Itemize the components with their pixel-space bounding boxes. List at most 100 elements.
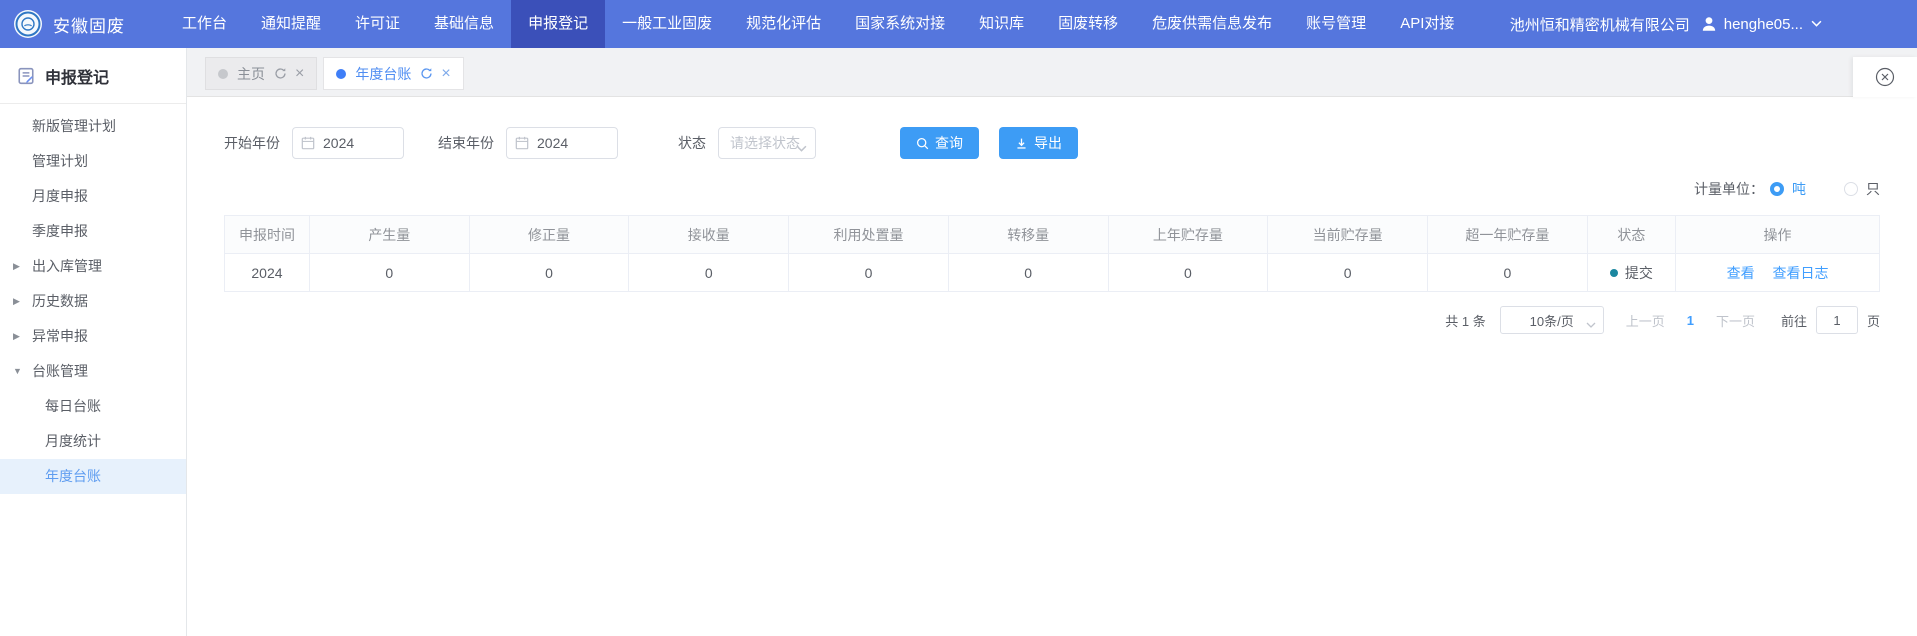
col-utilized-disposed-amount: 利用处置量: [789, 216, 949, 254]
nav-item-notifications[interactable]: 通知提醒: [244, 0, 338, 48]
status-select[interactable]: 请选择状态: [718, 127, 816, 159]
chevron-down-icon: [796, 140, 807, 156]
tab-label: 年度台账: [355, 64, 411, 84]
unit-option-label: 只: [1866, 179, 1880, 199]
close-all-tabs-button[interactable]: [1853, 57, 1917, 97]
sidebar-item-annual-ledger[interactable]: 年度台账: [0, 459, 186, 494]
tab-home[interactable]: 主页 ×: [205, 57, 317, 90]
nav-item-hazwaste-supply-demand[interactable]: 危废供需信息发布: [1135, 0, 1289, 48]
sidebar-item-ledger-management[interactable]: ▼ 台账管理: [0, 354, 186, 389]
end-year-label: 结束年份: [438, 133, 494, 153]
top-nav: 工作台 通知提醒 许可证 基础信息 申报登记 一般工业固废 规范化评估 国家系统…: [165, 0, 1471, 48]
goto-page-input[interactable]: [1816, 306, 1858, 334]
start-year-group: 开始年份: [224, 127, 404, 159]
goto-suffix: 页: [1867, 311, 1880, 330]
unit-radio-ton[interactable]: 吨: [1770, 179, 1806, 199]
pagination-total: 共 1 条: [1445, 311, 1485, 330]
sidebar-item-label: 历史数据: [32, 293, 88, 309]
nav-item-account-management[interactable]: 账号管理: [1289, 0, 1383, 48]
sidebar-title: 申报登记: [0, 48, 186, 104]
goto-label: 前往: [1781, 311, 1807, 330]
cell-year: 2024: [225, 254, 310, 292]
nav-item-standardization-assessment[interactable]: 规范化评估: [729, 0, 838, 48]
sidebar: 申报登记 新版管理计划 管理计划 月度申报 季度申报 ▶ 出入库管理 ▶ 历史数据 …: [0, 48, 187, 636]
start-year-field[interactable]: [292, 127, 404, 159]
end-year-field[interactable]: [506, 127, 618, 159]
col-operations: 操作: [1676, 216, 1880, 254]
close-icon[interactable]: ×: [295, 66, 304, 82]
status-select-placeholder: 请选择状态: [730, 133, 800, 153]
current-page[interactable]: 1: [1687, 313, 1694, 328]
nav-item-basic-info[interactable]: 基础信息: [417, 0, 511, 48]
cell-utilized: 0: [789, 254, 949, 292]
sidebar-item-label: 台账管理: [32, 363, 88, 379]
status-filter-group: 状态 请选择状态: [678, 127, 816, 159]
col-current-storage: 当前贮存量: [1268, 216, 1428, 254]
tab-status-dot: [336, 69, 346, 79]
nav-item-license[interactable]: 许可证: [338, 0, 417, 48]
sidebar-item-monthly-declaration[interactable]: 月度申报: [0, 179, 186, 214]
end-year-group: 结束年份: [438, 127, 618, 159]
close-icon[interactable]: ×: [441, 66, 450, 82]
sidebar-item-historical-data[interactable]: ▶ 历史数据: [0, 284, 186, 319]
status-dot-icon: [1610, 269, 1618, 277]
tab-status-dot: [218, 69, 228, 79]
refresh-icon[interactable]: [420, 67, 433, 80]
start-year-label: 开始年份: [224, 133, 280, 153]
unit-radio-piece[interactable]: 只: [1844, 179, 1880, 199]
sidebar-item-quarterly-declaration[interactable]: 季度申报: [0, 214, 186, 249]
export-button[interactable]: 导出: [999, 127, 1078, 159]
download-icon: [1015, 137, 1028, 150]
col-generated-amount: 产生量: [309, 216, 469, 254]
cell-transferred: 0: [948, 254, 1108, 292]
search-button-label: 查询: [935, 133, 963, 153]
status-label: 状态: [678, 133, 706, 153]
sidebar-item-warehouse-management[interactable]: ▶ 出入库管理: [0, 249, 186, 284]
sidebar-item-label: 出入库管理: [32, 258, 102, 274]
sidebar-menu: 新版管理计划 管理计划 月度申报 季度申报 ▶ 出入库管理 ▶ 历史数据 ▶异常申报…: [0, 104, 186, 494]
status-badge: 提交: [1625, 263, 1653, 283]
chevron-down-icon[interactable]: [1811, 20, 1822, 28]
nav-item-api-integration[interactable]: API对接: [1383, 0, 1471, 48]
nav-item-waste-transfer[interactable]: 固废转移: [1041, 0, 1135, 48]
cell-operations: 查看 查看日志: [1676, 254, 1880, 292]
search-button[interactable]: 查询: [900, 127, 979, 159]
sidebar-item-new-management-plan[interactable]: 新版管理计划: [0, 109, 186, 144]
sidebar-item-daily-ledger[interactable]: 每日台账: [0, 389, 186, 424]
company-name: 池州恒和精密机械有限公司: [1510, 14, 1690, 35]
chevron-down-icon: ▼: [13, 354, 22, 389]
main-area: 主页 × 年度台账 ×: [187, 48, 1917, 636]
col-status: 状态: [1587, 216, 1675, 254]
next-page-button[interactable]: 下一页: [1716, 311, 1755, 330]
username[interactable]: henghe05...: [1724, 16, 1803, 33]
sidebar-item-monthly-statistics[interactable]: 月度统计: [0, 424, 186, 459]
cell-last-year-storage: 0: [1108, 254, 1268, 292]
cell-current-storage: 0: [1268, 254, 1428, 292]
annual-ledger-table: 申报时间 产生量 修正量 接收量 利用处置量 转移量 上年贮存量 当前贮存量 超…: [224, 215, 1880, 292]
chevron-right-icon: ▶: [13, 249, 20, 284]
view-link[interactable]: 查看: [1727, 265, 1755, 281]
calendar-icon: [301, 136, 315, 153]
search-icon: [916, 137, 929, 150]
chevron-right-icon: ▶: [13, 284, 20, 319]
col-declaration-time: 申报时间: [225, 216, 310, 254]
app-logo-icon: [13, 9, 43, 39]
refresh-icon[interactable]: [274, 67, 287, 80]
chevron-down-icon: [1586, 317, 1596, 332]
sidebar-item-management-plan[interactable]: 管理计划: [0, 144, 186, 179]
sidebar-item-abnormal-declaration[interactable]: ▶异常申报: [0, 319, 186, 354]
nav-item-declaration[interactable]: 申报登记: [511, 0, 605, 48]
col-corrected-amount: 修正量: [469, 216, 629, 254]
pagination-bar: 共 1 条 10条/页 上一页 1 下一页 前往 页: [224, 306, 1880, 334]
page-size-select[interactable]: 10条/页: [1500, 306, 1604, 334]
nav-item-national-system-integration[interactable]: 国家系统对接: [838, 0, 962, 48]
nav-item-general-industrial-waste[interactable]: 一般工业固废: [605, 0, 729, 48]
prev-page-button[interactable]: 上一页: [1626, 311, 1665, 330]
unit-selector: 计量单位： 吨 只: [224, 179, 1880, 199]
nav-item-knowledge-base[interactable]: 知识库: [962, 0, 1041, 48]
col-received-amount: 接收量: [629, 216, 789, 254]
cell-status: 提交: [1587, 254, 1675, 292]
nav-item-workbench[interactable]: 工作台: [165, 0, 244, 48]
tab-annual-ledger[interactable]: 年度台账 ×: [323, 57, 463, 90]
view-log-link[interactable]: 查看日志: [1772, 265, 1828, 281]
